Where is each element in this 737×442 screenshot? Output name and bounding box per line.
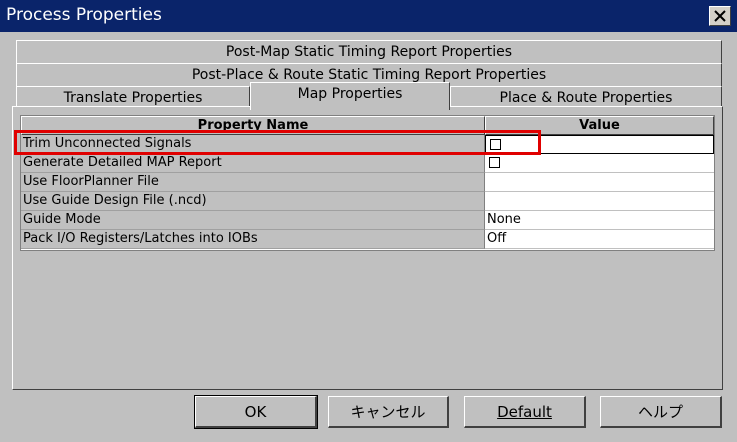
property-value[interactable] bbox=[485, 135, 714, 154]
property-name: Pack I/O Registers/Latches into IOBs bbox=[21, 230, 485, 249]
property-value[interactable]: None bbox=[485, 211, 714, 230]
column-header-value[interactable]: Value bbox=[485, 116, 714, 135]
property-value[interactable] bbox=[485, 173, 714, 192]
close-button[interactable] bbox=[709, 6, 731, 26]
property-name: Trim Unconnected Signals bbox=[21, 135, 485, 154]
tab-label: Translate Properties bbox=[63, 90, 203, 106]
tab-map[interactable]: Map Properties bbox=[250, 82, 450, 110]
table-row[interactable]: Use Guide Design File (.ncd) bbox=[21, 192, 714, 211]
property-grid: Property Name Value Trim Unconnected Sig… bbox=[20, 115, 715, 251]
help-button[interactable]: ヘルプ bbox=[600, 396, 722, 428]
property-name: Generate Detailed MAP Report bbox=[21, 154, 485, 173]
table-row[interactable]: Use FloorPlanner File bbox=[21, 173, 714, 192]
tab-post-map-timing[interactable]: Post-Map Static Timing Report Properties bbox=[16, 40, 722, 64]
ok-button[interactable]: OK bbox=[194, 395, 318, 429]
property-name: Use Guide Design File (.ncd) bbox=[21, 192, 485, 211]
property-name: Use FloorPlanner File bbox=[21, 173, 485, 192]
window-title: Process Properties bbox=[6, 5, 162, 25]
trim-unconnected-checkbox[interactable] bbox=[490, 139, 501, 150]
table-row[interactable]: Trim Unconnected Signals bbox=[21, 135, 714, 154]
property-value[interactable] bbox=[485, 192, 714, 211]
table-row[interactable]: Generate Detailed MAP Report bbox=[21, 154, 714, 173]
tab-label: Place & Route Properties bbox=[499, 90, 673, 106]
detailed-map-report-checkbox[interactable] bbox=[489, 157, 500, 168]
table-row[interactable]: Pack I/O Registers/Latches into IOBs Off bbox=[21, 230, 714, 249]
cancel-button[interactable]: キャンセル bbox=[328, 396, 449, 428]
property-value[interactable] bbox=[485, 154, 714, 173]
tab-label: Post-Map Static Timing Report Properties bbox=[225, 44, 513, 60]
table-row[interactable]: Guide Mode None bbox=[21, 211, 714, 230]
column-header-name[interactable]: Property Name bbox=[21, 116, 485, 135]
property-value[interactable]: Off bbox=[485, 230, 714, 249]
default-button[interactable]: Default bbox=[464, 396, 586, 428]
property-name: Guide Mode bbox=[21, 211, 485, 230]
tab-label: Post-Place & Route Static Timing Report … bbox=[191, 67, 547, 83]
tab-label: Map Properties bbox=[297, 86, 403, 102]
title-bar: Process Properties bbox=[0, 0, 737, 32]
close-icon bbox=[714, 10, 726, 22]
